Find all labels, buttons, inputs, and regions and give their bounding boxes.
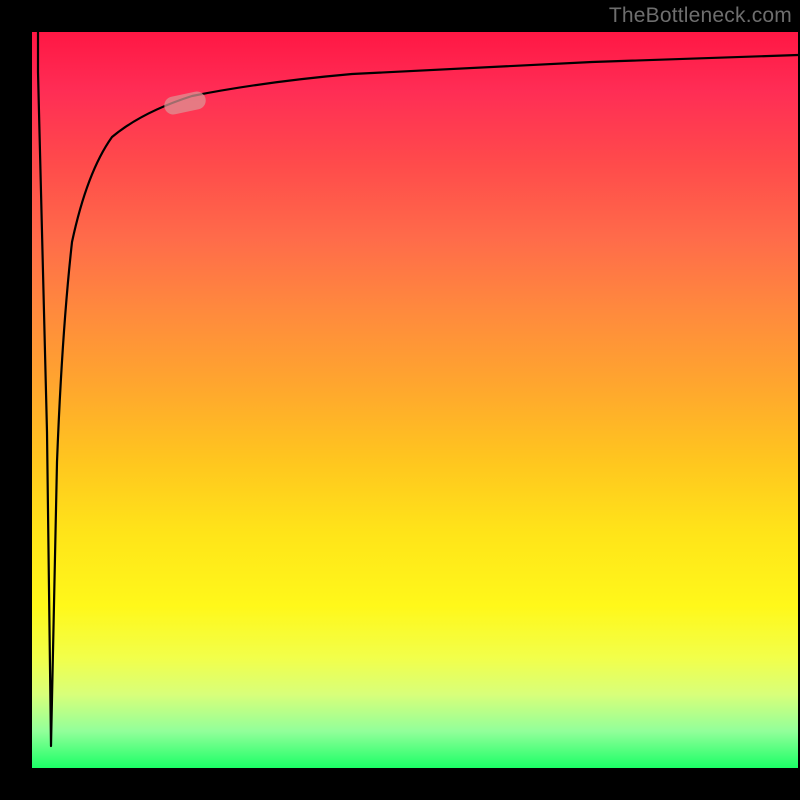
curve-svg bbox=[32, 32, 798, 768]
bottleneck-curve-path bbox=[38, 32, 798, 746]
chart-container: TheBottleneck.com bbox=[0, 0, 800, 800]
plot-area bbox=[32, 32, 798, 768]
watermark-text: TheBottleneck.com bbox=[609, 4, 792, 28]
